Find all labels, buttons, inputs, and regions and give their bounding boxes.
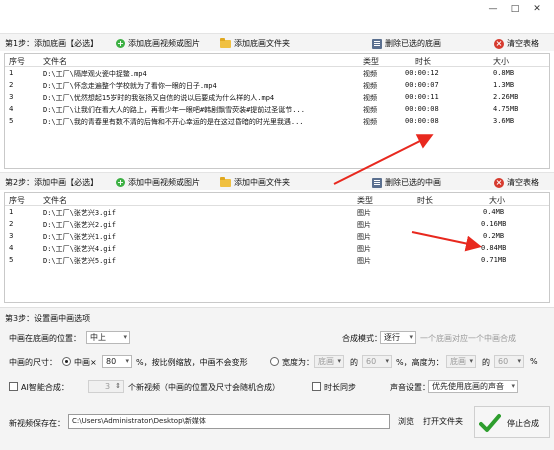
browse-button[interactable]: 浏览 [394, 414, 418, 429]
duration-sync-label: 时长同步 [324, 383, 356, 392]
chevron-down-icon: ▾ [125, 357, 129, 365]
step3-title: 第3步：设置画中画选项 [5, 314, 91, 323]
size-scale-radio[interactable] [62, 357, 71, 366]
duration-sync-checkbox[interactable] [312, 382, 321, 391]
chevron-down-icon: ▾ [517, 357, 521, 365]
size-wh-radio[interactable] [270, 357, 279, 366]
arrow-to-size [411, 231, 482, 252]
audio-label: 声音设置： [390, 383, 430, 392]
position-label: 中画在底画的位置： [9, 334, 81, 343]
width-ref-select[interactable]: 底画 ▾ [314, 355, 344, 368]
ai-merge-suffix: 个新视频（中画的位置及尺寸会随机合成） [128, 383, 280, 392]
width-of-label: 的 [350, 358, 358, 367]
chevron-down-icon: ▾ [385, 357, 389, 365]
height-pct-suffix: % [530, 357, 538, 366]
chevron-down-icon: ▾ [337, 357, 341, 365]
width-pct-select[interactable]: 60 ▾ [362, 355, 392, 368]
chevron-down-icon: ▾ [511, 382, 515, 390]
size-scale-select[interactable]: 80 ▾ [102, 355, 132, 368]
height-pct-select[interactable]: 60 ▾ [494, 355, 524, 368]
checkmark-icon [479, 414, 501, 432]
chevron-down-icon: ▾ [409, 333, 413, 341]
save-path-label: 新视频保存在： [9, 419, 65, 428]
arrow-to-duration [333, 134, 434, 185]
chevron-down-icon: ▾ [123, 333, 127, 341]
save-path-input[interactable]: C:\Users\Administrator\Desktop\新媒体 [68, 414, 390, 429]
blend-mode-select[interactable]: 逐行 ▾ [380, 331, 416, 344]
height-label: %，高度为： [396, 358, 444, 367]
stepper-arrows-icon: ⇕ [115, 382, 121, 390]
position-select[interactable]: 中上 ▾ [86, 331, 130, 344]
open-folder-button[interactable]: 打开文件夹 [420, 414, 466, 429]
ai-count-stepper[interactable]: 3 ⇕ [88, 380, 124, 393]
height-of-label: 的 [482, 358, 490, 367]
ai-merge-checkbox[interactable] [9, 382, 18, 391]
size-label: 中画的尺寸： [9, 358, 57, 367]
audio-select[interactable]: 优先使用底画的声音 ▾ [428, 380, 518, 393]
stop-merge-button[interactable]: 停止合成 [474, 406, 550, 438]
blend-mode-label: 合成模式： [342, 334, 382, 343]
blend-mode-hint: 一个底画对应一个中画合成 [420, 334, 516, 343]
chevron-down-icon: ▾ [469, 357, 473, 365]
size-scale-suffix: %，按比例缩放，中画不会变形 [136, 358, 248, 367]
ai-merge-label: AI智能合成： [21, 383, 69, 392]
width-label: 宽度为： [282, 358, 314, 367]
height-ref-select[interactable]: 底画 ▾ [446, 355, 476, 368]
size-scale-label: 中画× [74, 358, 97, 367]
stop-merge-label: 停止合成 [507, 419, 539, 428]
